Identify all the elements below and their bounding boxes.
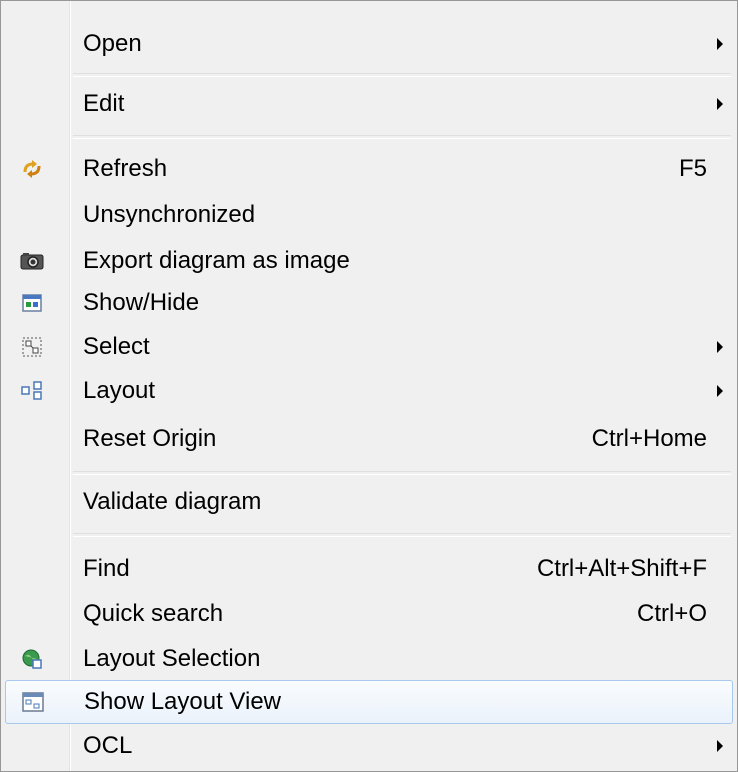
submenu-arrow-icon	[717, 740, 723, 752]
submenu-arrow-icon	[717, 385, 723, 397]
menu-item-layout-label: Layout	[83, 377, 156, 404]
menu-item-layout-selection[interactable]: Layout Selection	[1, 636, 737, 682]
menu-item-show-layout-view-label: Show Layout View	[84, 688, 282, 715]
menu-item-find-label: Find	[83, 555, 130, 582]
menu-item-select-label: Select	[83, 333, 150, 360]
menu-item-unsynchronized-label: Unsynchronized	[83, 201, 256, 228]
menu-item-edit-label: Edit	[83, 90, 125, 117]
menu-item-edit[interactable]: Edit	[1, 81, 737, 127]
menu-separator	[73, 471, 731, 475]
layout-view-icon	[20, 689, 46, 715]
menu-item-layout-selection-label: Layout Selection	[83, 645, 261, 672]
menu-separator	[73, 135, 731, 139]
context-menu: Open Edit Refresh F5 Unsynchronized Expo…	[0, 0, 738, 772]
menu-item-unsynchronized[interactable]: Unsynchronized	[1, 192, 737, 238]
menu-separator	[73, 533, 731, 537]
submenu-arrow-icon	[717, 98, 723, 110]
menu-item-quick-search[interactable]: Quick search Ctrl+O	[1, 591, 737, 637]
submenu-arrow-icon	[717, 341, 723, 353]
show-hide-icon	[19, 290, 45, 316]
refresh-icon	[19, 156, 45, 182]
menu-item-export-diagram-label: Export diagram as image	[83, 247, 350, 274]
menu-item-show-hide-label: Show/Hide	[83, 289, 200, 316]
menu-separator	[73, 73, 731, 77]
menu-item-ocl[interactable]: OCL	[1, 723, 737, 769]
menu-item-validate-diagram-label: Validate diagram	[83, 488, 262, 515]
menu-item-reset-origin-label: Reset Origin	[83, 425, 217, 452]
menu-item-show-hide[interactable]: Show/Hide	[1, 280, 737, 326]
globe-layout-icon	[19, 646, 45, 672]
menu-item-select[interactable]: Select	[1, 324, 737, 370]
submenu-arrow-icon	[717, 38, 723, 50]
menu-item-refresh[interactable]: Refresh F5	[1, 146, 737, 192]
menu-item-find[interactable]: Find Ctrl+Alt+Shift+F	[1, 546, 737, 592]
menu-item-reset-origin[interactable]: Reset Origin Ctrl+Home	[1, 416, 737, 462]
camera-icon	[19, 248, 45, 274]
menu-item-open[interactable]: Open	[1, 21, 737, 67]
menu-item-validate-diagram[interactable]: Validate diagram	[1, 479, 737, 525]
menu-item-reset-origin-shortcut: Ctrl+Home	[591, 425, 707, 452]
layout-icon	[19, 378, 45, 404]
menu-item-layout[interactable]: Layout	[1, 368, 737, 414]
menu-item-quick-search-shortcut: Ctrl+O	[636, 600, 707, 627]
menu-item-refresh-label: Refresh	[83, 155, 168, 182]
menu-item-quick-search-label: Quick search	[83, 600, 224, 627]
menu-item-ocl-label: OCL	[83, 732, 133, 759]
menu-item-find-shortcut: Ctrl+Alt+Shift+F	[536, 555, 707, 582]
menu-item-export-diagram[interactable]: Export diagram as image	[1, 238, 737, 284]
menu-item-show-layout-view[interactable]: Show Layout View	[5, 680, 733, 724]
select-icon	[19, 334, 45, 360]
menu-item-open-label: Open	[83, 30, 142, 57]
menu-item-refresh-shortcut: F5	[678, 155, 707, 182]
